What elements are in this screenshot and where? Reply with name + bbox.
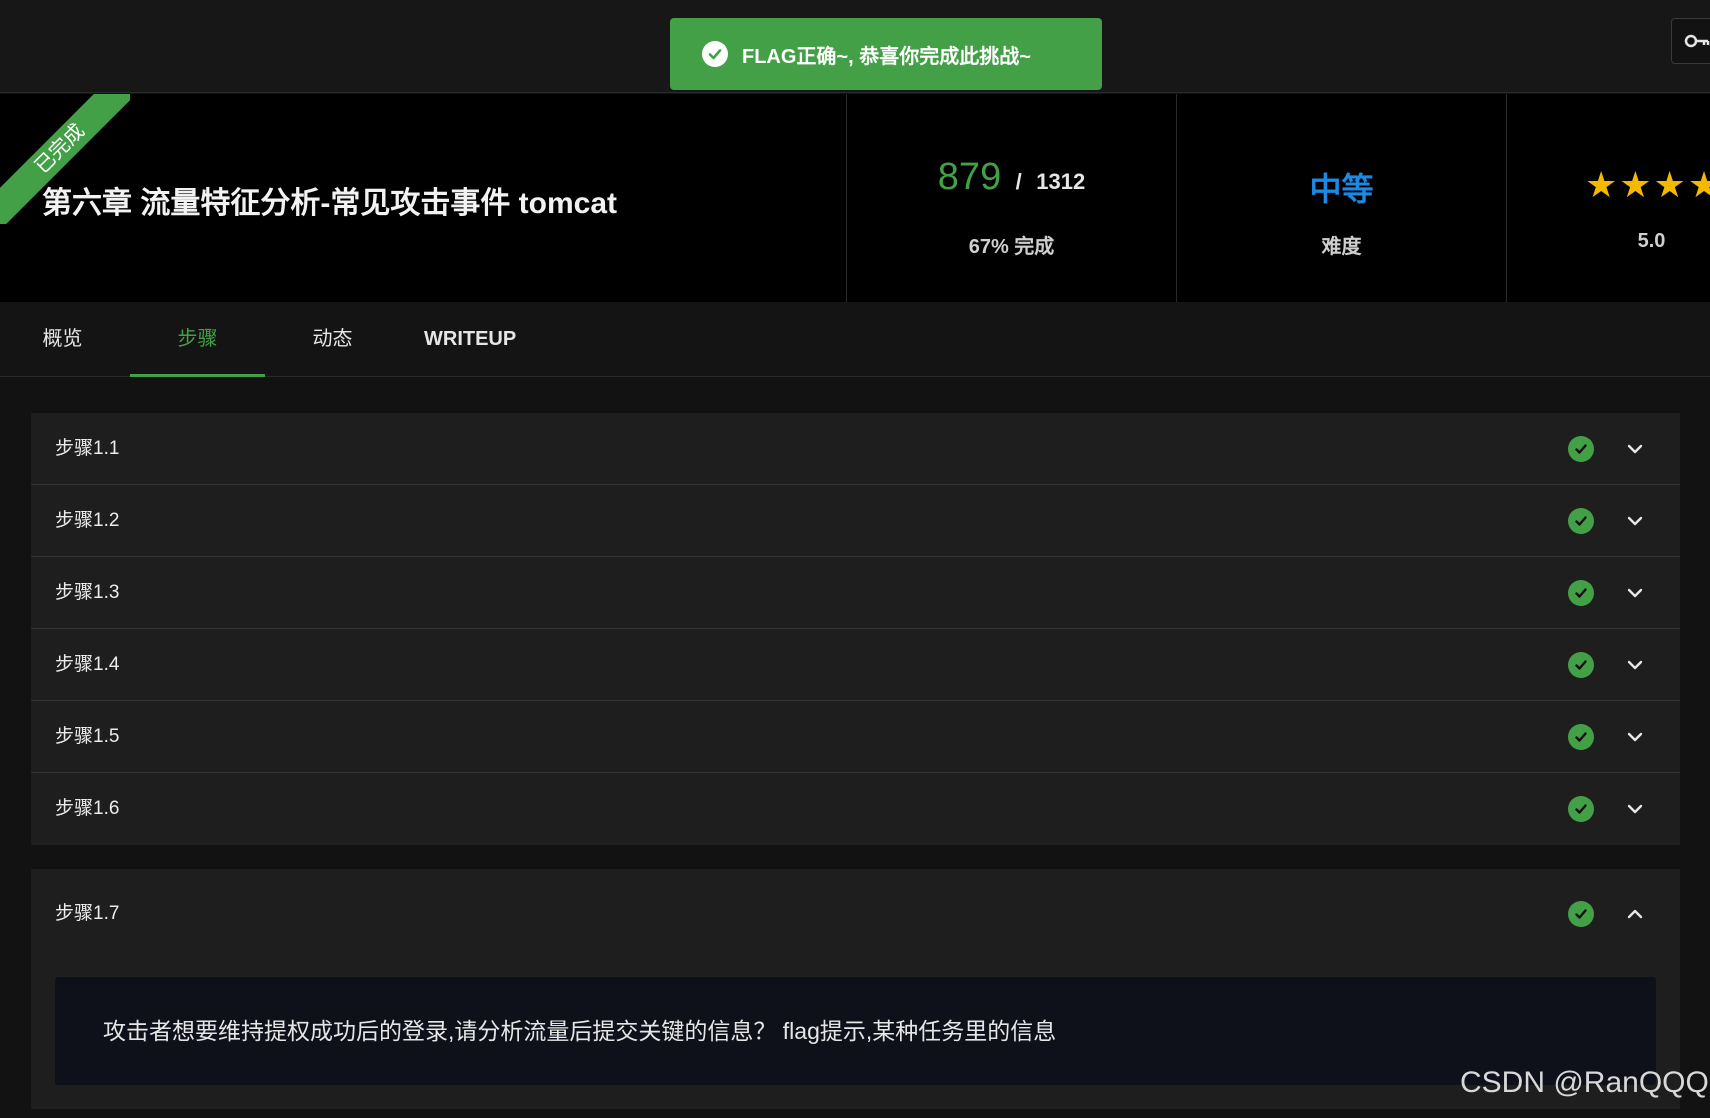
check-circle-icon: [1568, 724, 1594, 750]
step-row[interactable]: 步骤1.3: [31, 557, 1680, 629]
chevron-down-icon[interactable]: [1625, 511, 1645, 531]
step-row[interactable]: 步骤1.1: [31, 413, 1680, 485]
difficulty-panel: 中等 难度: [1176, 94, 1506, 302]
step-row[interactable]: 步骤1.6: [31, 773, 1680, 845]
check-circle-icon: [1568, 580, 1594, 606]
challenge-header: 已完成 第六章 流量特征分析-常见攻击事件 tomcat 879 / 1312 …: [0, 94, 1710, 302]
tab-activity[interactable]: 动态: [310, 302, 355, 377]
step-row[interactable]: 步骤1.2: [31, 485, 1680, 557]
step-label: 步骤1.6: [55, 798, 120, 819]
difficulty-label: 难度: [1321, 236, 1362, 258]
challenge-title: 第六章 流量特征分析-常见攻击事件 tomcat: [42, 187, 618, 220]
score-value: 879: [937, 156, 1002, 198]
step-label: 步骤1.5: [55, 726, 120, 747]
step-description-box: 攻击者想要维持提权成功后的登录,请分析流量后提交关键的信息？ flag提示,某种…: [55, 977, 1656, 1085]
check-circle-icon: [1568, 508, 1594, 534]
score-separator: /: [1015, 169, 1022, 194]
chevron-down-icon[interactable]: [1625, 799, 1645, 819]
step-label: 步骤1.7: [55, 903, 120, 924]
tab-bar: 概览 步骤 动态 WRITEUP: [0, 302, 1710, 377]
check-circle-icon: [1568, 436, 1594, 462]
score-panel: 879 / 1312 67% 完成: [846, 94, 1176, 302]
check-circle-icon: [702, 41, 728, 67]
chevron-down-icon[interactable]: [1625, 655, 1645, 675]
rating-value: 5.0: [1637, 230, 1666, 252]
completion-text: 67% 完成: [968, 236, 1055, 258]
tab-overview[interactable]: 概览: [40, 302, 85, 377]
steps-list: 步骤1.1 步骤1.2 步骤1.3 步骤1.4 步骤1.5 步骤1.6: [31, 413, 1680, 845]
chevron-up-icon[interactable]: [1625, 904, 1645, 924]
star-rating-icon: ★★★★★: [1585, 164, 1710, 205]
step-label: 步骤1.2: [55, 510, 120, 531]
toast-message: FLAG正确~, 恭喜你完成此挑战~: [742, 45, 1031, 68]
step-description: 攻击者想要维持提权成功后的登录,请分析流量后提交关键的信息？ flag提示,某种…: [103, 1018, 1057, 1044]
step-label: 步骤1.1: [55, 438, 120, 459]
watermark: CSDN @RanQQQ: [1460, 1066, 1709, 1099]
tab-steps[interactable]: 步骤: [130, 302, 265, 377]
step-row[interactable]: 步骤1.4: [31, 629, 1680, 701]
chevron-down-icon[interactable]: [1625, 727, 1645, 747]
success-toast: FLAG正确~, 恭喜你完成此挑战~: [670, 18, 1102, 90]
step-row-expanded[interactable]: 步骤1.7 攻击者想要维持提权成功后的登录,请分析流量后提交关键的信息？ fla…: [31, 869, 1680, 1109]
step-row[interactable]: 步骤1.5: [31, 701, 1680, 773]
score-total: 1312: [1036, 169, 1086, 194]
tab-writeup[interactable]: WRITEUP: [424, 302, 516, 377]
key-icon: [1684, 34, 1710, 48]
check-circle-icon: [1568, 796, 1594, 822]
chevron-down-icon[interactable]: [1625, 583, 1645, 603]
rating-panel: ★★★★★ 5.0: [1506, 94, 1710, 302]
step-label: 步骤1.4: [55, 654, 120, 675]
check-circle-icon: [1568, 652, 1594, 678]
step-label: 步骤1.3: [55, 582, 120, 603]
difficulty-value: 中等: [1309, 171, 1374, 207]
flag-submit-button[interactable]: [1671, 18, 1710, 64]
check-circle-icon: [1568, 901, 1594, 927]
top-bar: FLAG正确~, 恭喜你完成此挑战~: [0, 0, 1710, 93]
chevron-down-icon[interactable]: [1625, 439, 1645, 459]
